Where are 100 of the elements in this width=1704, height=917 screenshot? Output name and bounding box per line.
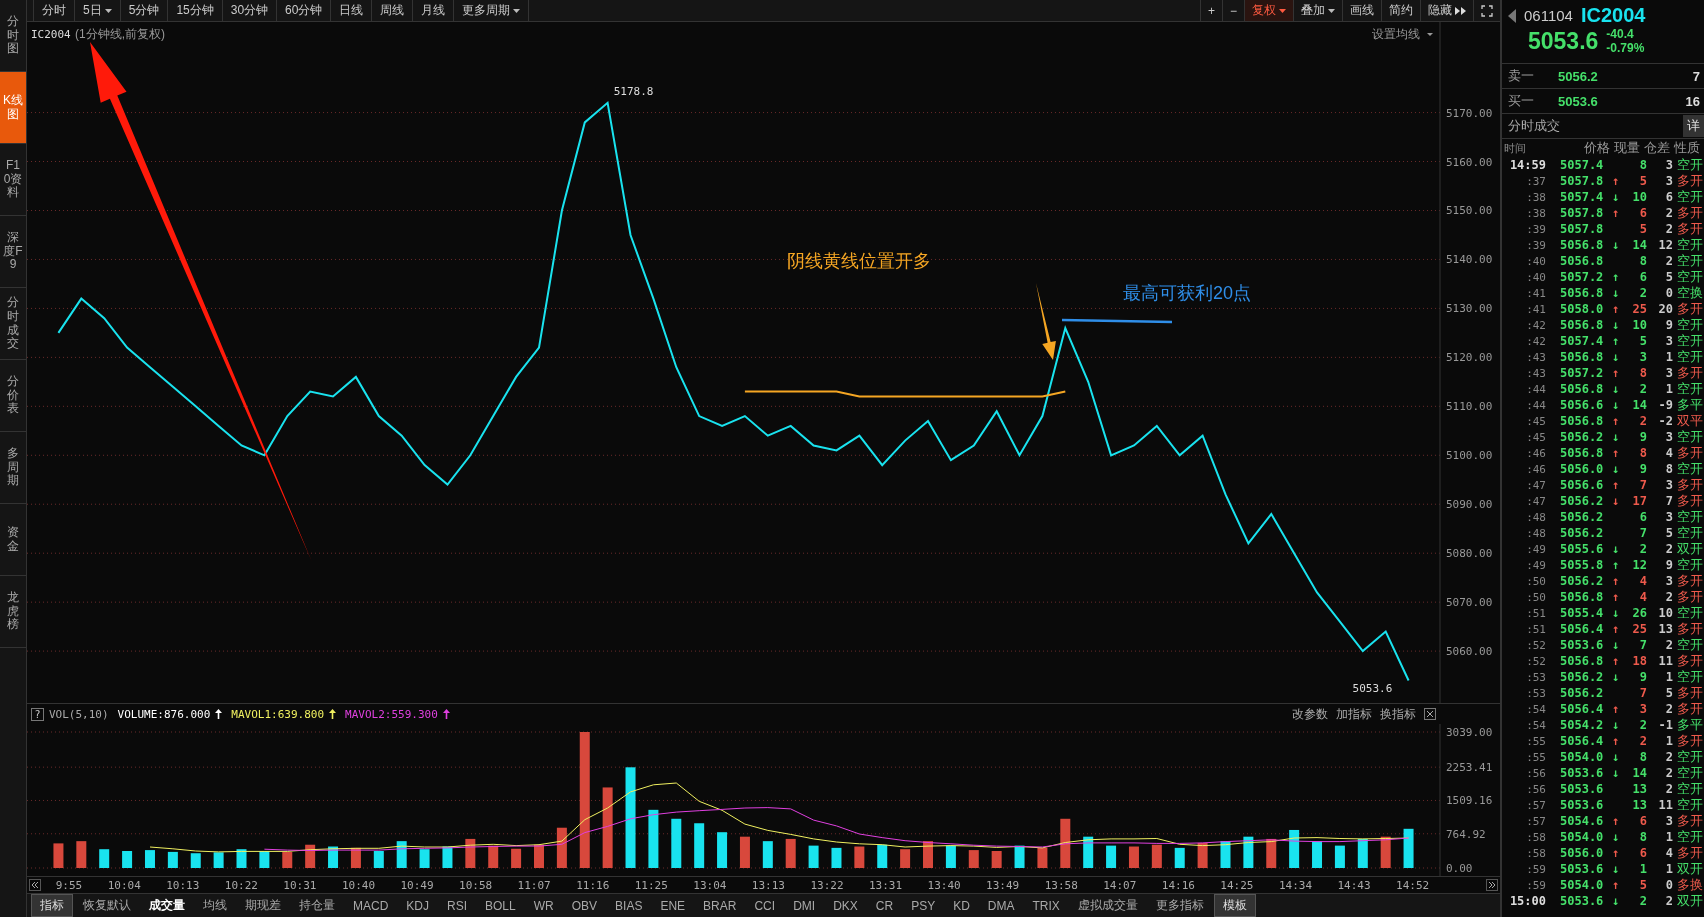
sidebar-tab[interactable]: 龙虎榜	[0, 576, 26, 648]
indicator-tab[interactable]: MACD	[345, 896, 397, 915]
toolbar-button[interactable]: 隐藏	[1420, 0, 1473, 21]
indicator-tab[interactable]: DKX	[825, 896, 866, 915]
chart-symbol: IC2004	[31, 28, 71, 41]
ma-settings-link[interactable]: 设置均线	[1372, 27, 1420, 41]
trade-time: :46	[1525, 446, 1546, 460]
sidebar-tab[interactable]: 深度F9	[0, 216, 26, 288]
direction-arrow: ↑	[1612, 654, 1620, 668]
indicator-tab[interactable]: ENE	[652, 896, 694, 915]
position-change: 3	[1664, 814, 1673, 828]
position-change: 2	[1664, 750, 1673, 764]
indicator-tab[interactable]: 均线	[195, 895, 235, 916]
toolbar-button[interactable]: 叠加	[1293, 0, 1342, 21]
trade-time: :43	[1525, 366, 1546, 380]
indicator-tab[interactable]: KDJ	[398, 896, 437, 915]
trade-volume: 5	[1638, 878, 1647, 892]
chart-subtitle: (1分钟线,前复权)	[75, 27, 165, 41]
sidebar-tab[interactable]: F10资料	[0, 144, 26, 216]
period-tab[interactable]: 5日	[75, 0, 121, 21]
trade-type: 空开	[1676, 236, 1703, 254]
volume-bar	[991, 851, 1002, 868]
volume-bar	[236, 849, 247, 868]
trade-volume: 4	[1638, 590, 1647, 604]
indicator-tab[interactable]: CCI	[746, 896, 784, 915]
trade-price: 5054.0	[1560, 878, 1605, 892]
trade-volume: 8	[1638, 158, 1647, 172]
time-axis-label: 9:55	[55, 878, 83, 892]
indicator-action[interactable]: 换指标	[1380, 705, 1416, 723]
indicator-tab[interactable]: 成交量	[141, 895, 193, 916]
sidebar-tab[interactable]: 多周期	[0, 432, 26, 504]
indicator-action[interactable]: 加指标	[1336, 705, 1372, 723]
position-change: 5	[1664, 526, 1673, 540]
detail-button[interactable]: 详	[1683, 115, 1704, 137]
period-tab[interactable]: 更多周期	[454, 0, 530, 21]
trade-type: 多开	[1676, 588, 1703, 606]
indicator-tab[interactable]: 期现差	[237, 895, 289, 916]
indicator-tab[interactable]: 虚拟成交量	[1069, 895, 1146, 916]
position-change: 3	[1664, 174, 1673, 188]
indicator-tab[interactable]: CR	[867, 896, 902, 915]
indicator-tab[interactable]: RSI	[439, 896, 476, 915]
indicator-action[interactable]: 改参数	[1292, 705, 1328, 723]
trade-price: 5056.0	[1560, 462, 1605, 476]
indicator-tab[interactable]: OBV	[563, 896, 606, 915]
close-icon[interactable]	[1424, 708, 1436, 720]
volume-bar	[900, 849, 911, 868]
position-change: 9	[1664, 558, 1673, 572]
indicator-tab[interactable]: 指标	[31, 894, 73, 917]
volume-bar	[648, 809, 659, 868]
toolbar-button[interactable]: +	[1199, 0, 1222, 21]
sidebar-tab[interactable]: 资金	[0, 504, 26, 576]
column-header: 现量	[1613, 139, 1640, 157]
indicator-tab[interactable]: DMI	[785, 896, 824, 915]
indicator-tab[interactable]: KD	[945, 896, 978, 915]
indicator-tab[interactable]: DMA	[979, 896, 1023, 915]
period-tab[interactable]: 15分钟	[168, 0, 223, 21]
sidebar-tab[interactable]: K线图	[0, 72, 26, 144]
scroll-left-button[interactable]	[29, 879, 41, 891]
sidebar-tab[interactable]: 分时成交	[0, 288, 26, 360]
period-tab[interactable]: 30分钟	[222, 0, 278, 21]
indicator-tab[interactable]: TRIX	[1024, 896, 1068, 915]
direction-arrow: ↓	[1612, 638, 1620, 652]
period-tab[interactable]: 60分钟	[277, 0, 332, 21]
help-button[interactable]: ?	[31, 707, 44, 721]
trade-price: 5057.2	[1560, 270, 1605, 284]
period-tab[interactable]: 周线	[372, 0, 414, 21]
trade-volume: 8	[1638, 254, 1647, 268]
indicator-tab[interactable]: BIAS	[607, 896, 651, 915]
sidebar-tab[interactable]: 分价表	[0, 360, 26, 432]
position-change: 11	[1657, 654, 1673, 668]
indicator-tab[interactable]: 模板	[1213, 894, 1256, 917]
indicator-tab[interactable]: PSY	[903, 896, 944, 915]
trade-type: 空开	[1676, 380, 1703, 398]
order-book-price: 5056.2	[1558, 68, 1598, 84]
direction-arrow: ↑	[1612, 366, 1620, 380]
indicator-tab[interactable]: WR	[525, 896, 562, 915]
volume-bar	[1014, 845, 1025, 868]
trade-type: 空开	[1676, 604, 1703, 622]
trade-time: :57	[1525, 814, 1546, 828]
trade-volume: 17	[1631, 494, 1647, 508]
trade-price: 5055.8	[1560, 558, 1605, 572]
trade-volume: 2	[1638, 382, 1647, 396]
previous-arrow-icon[interactable]	[1508, 8, 1516, 23]
indicator-tab[interactable]: 持仓量	[291, 895, 343, 916]
period-tab[interactable]: 分时	[33, 0, 75, 21]
toolbar-button[interactable]: 画线	[1342, 0, 1381, 21]
indicator-tab[interactable]: 更多指标	[1147, 895, 1212, 916]
period-tab[interactable]: 5分钟	[120, 0, 169, 21]
indicator-tab[interactable]: BRAR	[695, 896, 745, 915]
position-change: 20	[1657, 302, 1673, 316]
scroll-right-button[interactable]	[1486, 879, 1498, 891]
indicator-tab[interactable]: 恢复默认	[75, 895, 139, 916]
period-tab[interactable]: 月线	[413, 0, 455, 21]
trade-volume: 7	[1638, 686, 1647, 700]
trade-time: :42	[1525, 318, 1546, 332]
toolbar-button[interactable]: 复权	[1244, 0, 1293, 21]
trade-price: 5057.4	[1560, 334, 1605, 348]
toolbar-button[interactable]: 简约	[1381, 0, 1420, 21]
period-tab[interactable]: 日线	[331, 0, 373, 21]
indicator-tab[interactable]: BOLL	[477, 896, 524, 915]
